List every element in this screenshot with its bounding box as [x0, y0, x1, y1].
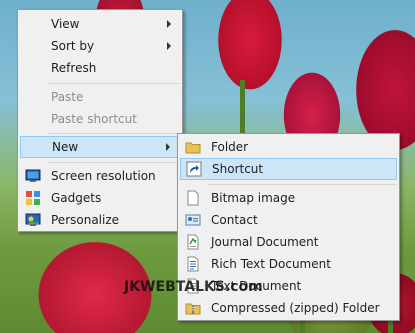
menu-item-label: New — [52, 140, 79, 154]
menu-separator — [48, 83, 180, 84]
submenu-arrow-icon — [166, 143, 170, 151]
submenu-item-shortcut[interactable]: Shortcut — [180, 158, 397, 180]
submenu-arrow-icon — [167, 42, 171, 50]
menu-item-label: Gadgets — [51, 191, 102, 205]
menu-item-label: Paste shortcut — [51, 112, 137, 126]
submenu-item-label: Journal Document — [211, 235, 319, 249]
submenu-item-label: Bitmap image — [211, 191, 296, 205]
watermark-text: JKWEBTALKS.com — [124, 279, 263, 295]
submenu-item-label: Contact — [211, 213, 258, 227]
zip-folder-icon — [185, 303, 201, 315]
submenu-arrow-icon — [167, 20, 171, 28]
submenu-item-label: Compressed (zipped) Folder — [211, 301, 380, 315]
gadgets-icon — [26, 191, 40, 205]
menu-item-paste[interactable]: Paste — [20, 86, 180, 108]
folder-icon — [185, 142, 201, 154]
menu-item-view[interactable]: View — [20, 13, 180, 35]
submenu-item-contact[interactable]: Contact — [180, 209, 397, 231]
submenu-item-rich-text-document[interactable]: Rich Text Document — [180, 253, 397, 275]
menu-item-label: Personalize — [51, 213, 120, 227]
journal-icon — [187, 234, 199, 250]
menu-item-new[interactable]: New — [20, 136, 180, 158]
personalize-icon — [25, 213, 41, 226]
menu-item-gadgets[interactable]: Gadgets — [20, 187, 180, 209]
menu-separator — [48, 133, 180, 134]
bitmap-icon — [187, 190, 199, 206]
menu-item-screen-resolution[interactable]: Screen resolution — [20, 165, 180, 187]
submenu-item-label: Folder — [211, 140, 249, 154]
menu-item-refresh[interactable]: Refresh — [20, 57, 180, 79]
menu-item-label: Paste — [51, 90, 84, 104]
submenu-item-bitmap-image[interactable]: Bitmap image — [180, 187, 397, 209]
rich-text-icon — [187, 256, 199, 272]
menu-item-label: Screen resolution — [51, 169, 156, 183]
submenu-item-compressed-folder[interactable]: Compressed (zipped) Folder — [180, 297, 397, 319]
screen-resolution-icon — [25, 169, 41, 182]
menu-item-sort-by[interactable]: Sort by — [20, 35, 180, 57]
submenu-item-label: Rich Text Document — [211, 257, 331, 271]
menu-item-label: Sort by — [51, 39, 95, 53]
menu-item-paste-shortcut[interactable]: Paste shortcut — [20, 108, 180, 130]
desktop-context-menu: View Sort by Refresh Paste Paste shortcu… — [17, 9, 183, 232]
menu-separator — [48, 162, 180, 163]
submenu-item-folder[interactable]: Folder — [180, 136, 397, 158]
menu-item-label: View — [51, 17, 80, 31]
menu-item-personalize[interactable]: Personalize — [20, 209, 180, 231]
submenu-item-label: Shortcut — [212, 162, 264, 176]
menu-item-label: Refresh — [51, 61, 97, 75]
contact-icon — [185, 214, 201, 226]
submenu-item-journal-document[interactable]: Journal Document — [180, 231, 397, 253]
menu-separator — [208, 184, 397, 185]
shortcut-icon — [186, 161, 202, 177]
tulip-stem — [240, 80, 245, 140]
